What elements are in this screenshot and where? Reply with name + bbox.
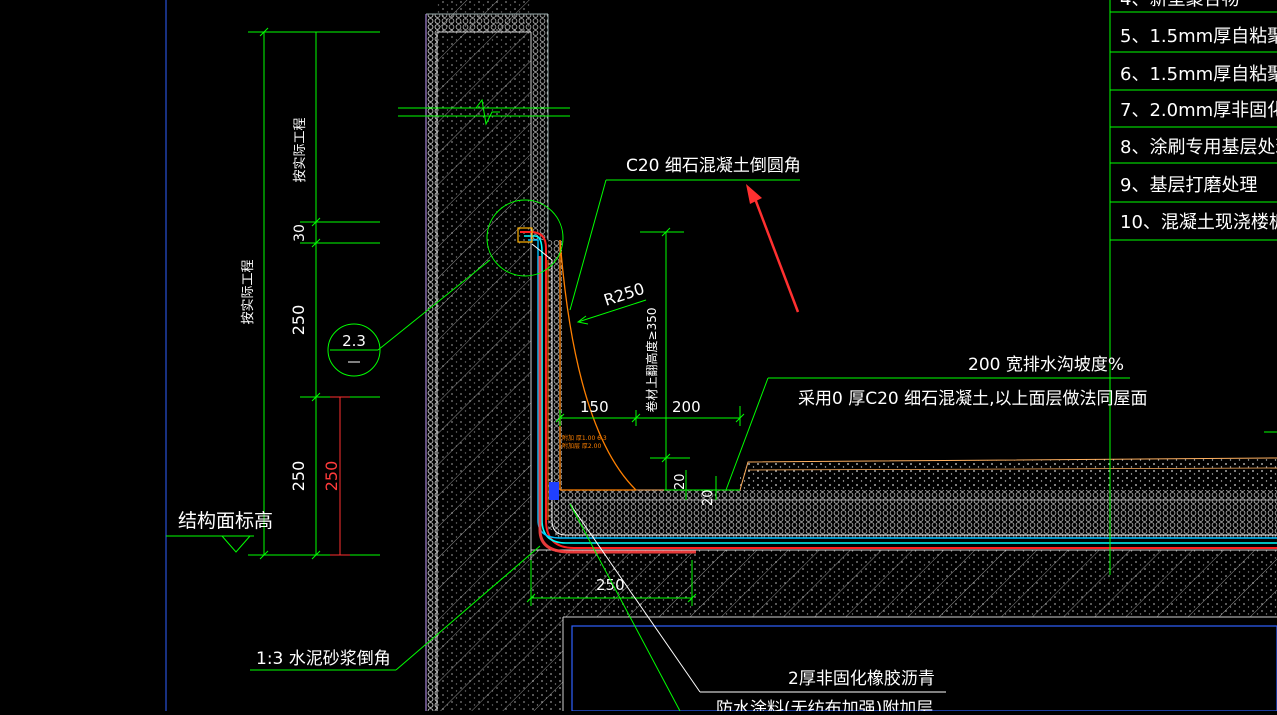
asphalt-label-line1: 2厚非固化橡胶沥青 [788,669,935,689]
detail-callout-number: 2.3 [342,332,366,350]
dim-20-b: 20 [701,489,716,506]
dim-30: 30 [292,224,308,242]
legend-item-7: 7、2.0mm厚非固化橡胶 [1120,100,1277,121]
legend-item-4: 4、新型聚合物 [1120,0,1239,10]
c20-fillet [559,239,637,491]
r250-label: R250 [601,279,646,310]
small-note-1: 附加 厚1.00 6.3 [562,434,607,442]
dim-20-a: 20 [673,473,688,490]
cad-drawing-canvas[interactable]: 按实际工程 按实际工程 30 250 250 250 2.3 结构面标高 4、新… [0,0,1277,715]
dim-250-bottom: 250 [596,576,625,594]
small-note-2: 附加层 厚2.00 [562,442,601,450]
c20-fillet-label: C20 细石混凝土倒圆角 [626,156,801,176]
dim-left-vertical-label: 按实际工程 [241,259,256,324]
legend-item-10: 10、混凝土现浇楼板随浇 [1120,212,1277,233]
dim-150: 150 [580,398,609,416]
red-pointer-arrow [746,184,800,313]
asphalt-label-line2: 防水涂料(无纺布加强)附加层 [716,699,933,711]
legend-item-6: 6、1.5mm厚自粘聚合物 [1120,64,1277,85]
dim-250-lower: 250 [289,461,308,492]
upturn-height-label: 卷材上翻高度≥350 [644,308,659,413]
legend-item-5: 5、1.5mm厚自粘聚合物 [1120,26,1277,47]
blue-seal-block [549,482,559,500]
drain-fill-label: 采用0 厚C20 细石混凝土,以上面层做法同屋面 [798,389,1148,409]
structure-level-marker: 结构面标高 [166,510,273,553]
mortar-fillet-label: 1:3 水泥砂浆倒角 [256,649,391,669]
legend-item-8: 8、涂刷专用基层处理剂 [1120,137,1277,158]
cad-drawing[interactable]: 按实际工程 按实际工程 30 250 250 250 2.3 结构面标高 4、新… [0,0,1277,715]
drain-width-label: 200 宽排水沟坡度% [968,355,1124,375]
dim-250-red: 250 [322,461,341,492]
dim-top-vertical-label: 按实际工程 [293,117,308,182]
slab-insulation-layer [555,490,1277,538]
legend-item-9: 9、基层打磨处理 [1120,175,1257,196]
dim-250-upper: 250 [289,305,308,336]
structure-level-text: 结构面标高 [178,510,273,532]
dimension-lines-left [248,27,380,560]
dim-200: 200 [672,398,701,416]
concrete-wall [437,0,531,711]
